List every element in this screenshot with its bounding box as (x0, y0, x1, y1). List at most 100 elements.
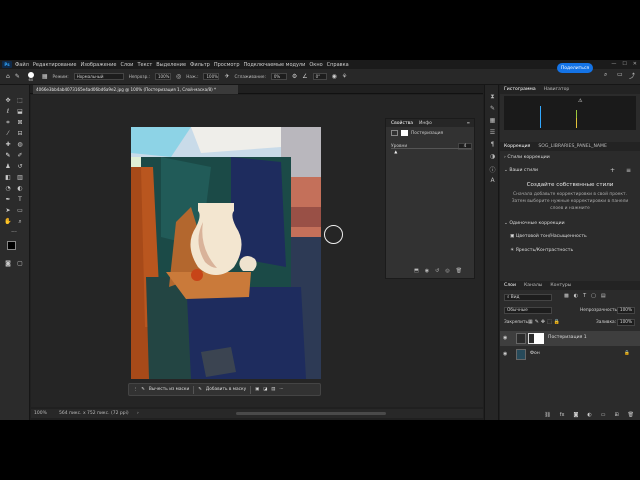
levels-slider-track[interactable] (391, 148, 471, 149)
delete-layer-icon[interactable]: 🗑 (628, 412, 634, 420)
lock-icons[interactable]: ▦✎✥⬚🔒 (528, 319, 562, 325)
glyphs-icon[interactable]: ¶ (488, 141, 497, 148)
menu-view[interactable]: Просмотр (214, 62, 240, 68)
close-icon[interactable]: ✕ (633, 61, 637, 67)
brush-tool-active-icon[interactable]: ✎ (3, 151, 13, 160)
minimize-icon[interactable]: — (611, 61, 616, 67)
tab-properties[interactable]: Свойства (391, 121, 413, 126)
zoom-tool-icon[interactable]: ⌕ (15, 217, 25, 226)
drag-handle-icon[interactable]: ⋮ (133, 387, 137, 392)
tab-channels[interactable]: Каналы (524, 283, 542, 288)
menu-select[interactable]: Выделение (156, 62, 186, 68)
more-tools-icon[interactable]: ··· (9, 228, 19, 237)
workspace-icon[interactable]: ▭ (617, 71, 623, 78)
zoom-level[interactable]: 100% (34, 409, 47, 418)
ruler-tool-icon[interactable]: ⊟ (15, 129, 25, 138)
tab-paths[interactable]: Контуры (550, 283, 571, 288)
gradient-tool-icon[interactable]: ▥ (15, 173, 25, 182)
reset-icon[interactable]: ↺ (435, 268, 439, 274)
invert-mask-icon[interactable]: ◪ (263, 387, 267, 392)
panel-menu-icon[interactable]: ≡ (467, 120, 470, 125)
layer-row-posterize[interactable]: ◉ Постеризация 1 (500, 331, 640, 346)
eye-icon[interactable]: ◉ (503, 335, 507, 341)
pressure-opacity-icon[interactable]: ◎ (176, 73, 181, 80)
patch-tool-icon[interactable]: ◍ (15, 140, 25, 149)
filter-adjustment-icon[interactable]: ◐ (574, 293, 578, 299)
hand-tool-icon[interactable]: ✋ (3, 217, 13, 226)
brush-settings-icon[interactable]: ▦ (42, 73, 48, 80)
panel-menu-icon[interactable]: ≡ (626, 167, 631, 174)
menu-image[interactable]: Изображение (80, 62, 116, 68)
pencil-tool-icon[interactable]: ✐ (15, 151, 25, 160)
fill-field[interactable]: 100% (617, 319, 635, 326)
menu-text[interactable]: Текст (137, 62, 152, 68)
rectangle-tool-icon[interactable]: ▭ (15, 206, 25, 215)
delete-icon[interactable]: 🗑 (456, 268, 462, 274)
eye-icon[interactable]: ◉ (503, 351, 507, 357)
brightness-contrast-item[interactable]: ☀ Яркость/Контрастность (504, 248, 636, 253)
add-mask-icon[interactable]: ◙ (573, 412, 578, 420)
new-layer-icon[interactable]: ⊞ (614, 412, 618, 420)
brush-settings-panel-icon[interactable]: ✎ (488, 105, 497, 112)
gear-icon[interactable]: ⚙ (292, 73, 297, 80)
view-previous-icon[interactable]: ◉ (425, 268, 429, 274)
crop-tool-icon[interactable]: ⌗ (3, 118, 13, 127)
my-styles-row[interactable]: ⌄ Ваши стили (504, 168, 636, 173)
brush-preset-picker[interactable]: 60 (25, 71, 37, 82)
tab-info[interactable]: Инфо (419, 121, 432, 126)
filter-pixel-icon[interactable]: ▩ (564, 293, 569, 299)
clone-stamp-tool-icon[interactable]: ♟ (3, 162, 13, 171)
document-tab[interactable]: 4066e3bb4ab4073165e4ad06bd6a9e2.jpg @ 10… (33, 85, 238, 94)
pressure-size-icon[interactable]: ◉ (332, 73, 337, 80)
add-style-icon[interactable]: + (610, 167, 615, 174)
symmetry-icon[interactable]: ⚘ (342, 73, 347, 80)
pen-tool-icon[interactable]: ✒ (3, 195, 13, 204)
character-panel-icon[interactable]: A (488, 177, 497, 184)
hue-saturation-item[interactable]: ▣ Цветовой тон/Насыщенность (504, 234, 636, 239)
history-icon[interactable]: ⧗ (488, 93, 497, 101)
menu-filter[interactable]: Фильтр (190, 62, 210, 68)
layer-opacity-field[interactable]: 100% (617, 307, 635, 314)
eraser-tool-icon[interactable]: ◧ (3, 173, 13, 182)
link-layers-icon[interactable]: ⛓ (544, 412, 550, 420)
layer-style-icon[interactable]: fx (560, 412, 565, 420)
visibility-icon[interactable]: ◎ (445, 268, 449, 274)
healing-brush-tool-icon[interactable]: ✚ (3, 140, 13, 149)
mask-settings-icon[interactable]: ▣ (255, 387, 259, 392)
tab-layers[interactable]: Слои (504, 283, 516, 288)
fill-mask-icon[interactable]: ▤ (271, 387, 275, 392)
quick-mask-icon[interactable]: ◙ (3, 259, 13, 268)
eyedropper-tool-icon[interactable]: ⁄ (3, 129, 13, 138)
history-brush-tool-icon[interactable]: ↺ (15, 162, 25, 171)
filter-smart-icon[interactable]: ▤ (601, 293, 606, 299)
search-icon[interactable]: ⌕ (604, 71, 607, 79)
new-group-icon[interactable]: ▭ (601, 412, 606, 420)
menu-window[interactable]: Окно (309, 62, 322, 68)
frame-tool-icon[interactable]: ⊠ (15, 118, 25, 127)
blend-mode-select[interactable]: Обычные (504, 307, 552, 314)
mode-select[interactable]: Нормальный (73, 73, 124, 80)
object-select-tool-icon[interactable]: ⬓ (15, 107, 25, 116)
swatches-icon[interactable]: ▦ (488, 117, 497, 124)
brush-tool-icon[interactable]: ✎ (15, 73, 20, 80)
layer-filter-select[interactable]: ⌕ Вид (504, 294, 552, 301)
add-to-mask-button[interactable]: Добавить в маску (206, 387, 246, 392)
warning-icon[interactable]: ⚠ (578, 98, 582, 104)
share-button[interactable]: Поделиться (557, 63, 593, 73)
menu-help[interactable]: Справка (327, 62, 349, 68)
path-select-tool-icon[interactable]: ➤ (3, 206, 13, 215)
tab-libraries[interactable]: SOG_LIBRARIES_PANEL_NAME (538, 144, 607, 149)
levels-slider-thumb[interactable]: ▲ (394, 149, 397, 154)
horizontal-scrollbar[interactable] (236, 412, 386, 415)
foreground-color-swatch[interactable] (7, 241, 16, 250)
mask-icon[interactable] (401, 130, 408, 136)
angle-field[interactable]: 0° (312, 73, 327, 80)
tab-navigator[interactable]: Навигатор (544, 87, 570, 92)
maximize-icon[interactable]: ☐ (622, 61, 626, 67)
subtract-from-mask-button[interactable]: Вычесть из маски (149, 387, 189, 392)
tab-corrections[interactable]: Коррекция (504, 144, 530, 149)
opacity-field[interactable]: 100% (155, 73, 171, 80)
new-adjustment-icon[interactable]: ◐ (587, 412, 591, 420)
press-field[interactable]: 100% (203, 73, 220, 80)
airbrush-icon[interactable]: ✈ (224, 73, 229, 80)
